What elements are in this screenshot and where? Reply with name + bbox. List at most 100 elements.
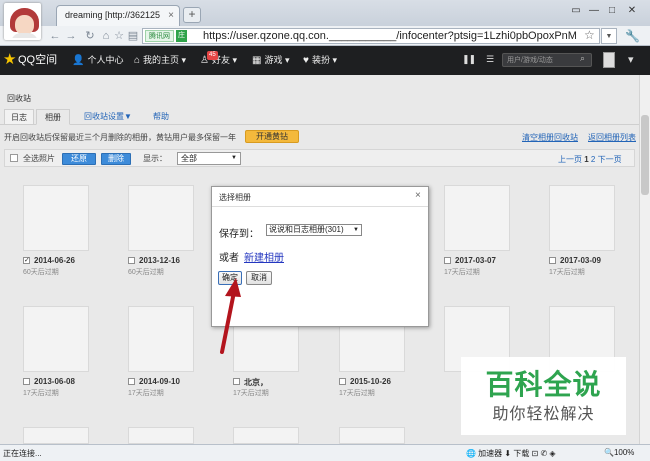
photo-date: 2013-12-16: [139, 256, 180, 265]
tab-title: dreaming [http://362125: [65, 10, 161, 20]
photo-thumbnail[interactable]: [23, 185, 89, 251]
reader-icon[interactable]: ▤: [126, 29, 140, 43]
content-tabs: 日志 相册 回收站设置▼ 帮助: [0, 109, 639, 125]
display-filter-select[interactable]: 全部 ▼: [177, 152, 241, 165]
page-2-link[interactable]: 2: [591, 155, 595, 164]
photo-expire: 17天后过期: [444, 269, 480, 276]
home-icon[interactable]: ⌂: [99, 29, 113, 43]
clear-recycle-link[interactable]: 清空相册回收站: [522, 132, 578, 143]
favorite-icon[interactable]: ☆: [112, 29, 126, 43]
forward-icon[interactable]: →: [64, 29, 78, 43]
next-page-link[interactable]: 下一页: [598, 155, 622, 164]
photo-thumbnail[interactable]: [128, 306, 194, 372]
dialog-title: 选择相册: [219, 193, 251, 202]
user-menu-icon[interactable]: [603, 52, 615, 68]
select-all-label: 全选照片: [23, 154, 55, 163]
tab-help[interactable]: 帮助: [148, 109, 174, 125]
photo-date: 北京，: [244, 378, 268, 387]
photo-date: 2017-03-07: [455, 256, 496, 265]
qzone-logo[interactable]: QQ空间: [18, 46, 57, 75]
scroll-thumb[interactable]: [641, 115, 649, 195]
list-icon[interactable]: ☰: [486, 54, 494, 65]
select-all-checkbox[interactable]: [10, 154, 18, 162]
photo-expire: 17天后过期: [128, 390, 164, 397]
photo-checkbox[interactable]: ✓: [23, 257, 30, 264]
photo-checkbox[interactable]: [128, 257, 135, 264]
cancel-button[interactable]: 取消: [246, 271, 272, 285]
photo-thumbnail[interactable]: [23, 427, 89, 444]
nav-games[interactable]: ▦ 游戏 ▾: [252, 46, 289, 75]
photo-expire: 60天后过期: [23, 269, 59, 276]
divider: [212, 206, 428, 207]
photo-checkbox[interactable]: [339, 378, 346, 385]
photo-checkbox[interactable]: [23, 378, 30, 385]
page-scrollbar[interactable]: [639, 75, 650, 444]
tab-album[interactable]: 相册: [36, 109, 70, 125]
pause-icon[interactable]: ❚❚: [462, 54, 476, 65]
minimize-icon[interactable]: —: [586, 4, 602, 18]
photo-expire: 17天后过期: [233, 390, 269, 397]
search-icon[interactable]: ⌕: [580, 53, 585, 64]
avatar[interactable]: [4, 3, 41, 40]
back-icon[interactable]: ←: [48, 29, 62, 43]
watermark-logo: 百科全说 助你轻松解决: [461, 357, 626, 435]
window-close-icon[interactable]: ✕: [624, 4, 640, 18]
url-text[interactable]: https://user.qzone.qq.con.___________/in…: [203, 29, 577, 43]
browser-titlebar: dreaming [http://362125 × + ▭ — □ ✕: [0, 0, 650, 26]
status-tools[interactable]: 🌐 加速器 ⬇ 下载 ⊡ ✆ ◈: [466, 448, 556, 459]
close-icon[interactable]: ×: [415, 190, 421, 201]
nav-decorate[interactable]: ♥ 装扮 ▾: [303, 46, 337, 75]
site-badge: 腾讯网: [145, 30, 174, 42]
photo-checkbox[interactable]: [128, 378, 135, 385]
photo-date: 2013-06-08: [34, 377, 75, 386]
nav-personal-center[interactable]: 👤 个人中心: [72, 46, 123, 75]
photo-thumbnail[interactable]: [233, 427, 299, 444]
photo-thumbnail[interactable]: [128, 185, 194, 251]
photo-checkbox[interactable]: [549, 257, 556, 264]
zoom-level[interactable]: 🔍100%: [604, 448, 634, 457]
back-to-albums-link[interactable]: 返回相册列表: [588, 132, 636, 143]
nav-my-homepage[interactable]: ⌂ 我的主页 ▾: [134, 46, 186, 75]
friend-count-badge: 45: [207, 51, 218, 60]
restore-button[interactable]: 还原: [62, 153, 96, 165]
tools-icon[interactable]: 🔧: [625, 29, 640, 43]
tab-recycle-settings[interactable]: 回收站设置▼: [82, 109, 134, 125]
album-select[interactable]: 说说和日志相册(301) ▼: [266, 224, 362, 236]
url-dropdown-icon[interactable]: ▼: [601, 28, 617, 44]
photo-thumbnail[interactable]: [128, 427, 194, 444]
refresh-icon[interactable]: ↻: [83, 29, 97, 43]
delete-button[interactable]: 删除: [101, 153, 131, 165]
browser-tab[interactable]: dreaming [http://362125 ×: [56, 5, 180, 26]
status-text: 正在连接...: [3, 449, 42, 458]
maximize-icon[interactable]: □: [604, 4, 620, 18]
skin-icon[interactable]: ▭: [568, 4, 584, 18]
close-icon[interactable]: ×: [168, 6, 174, 25]
open-vip-button[interactable]: 开通黄钻: [245, 130, 299, 143]
grid-icon: ▦: [252, 55, 262, 66]
house-icon: ⌂: [134, 55, 141, 66]
watermark-subtitle: 助你轻松解决: [492, 406, 595, 423]
new-album-link[interactable]: 新建相册: [244, 249, 284, 264]
photo-thumbnail[interactable]: [23, 306, 89, 372]
search-input[interactable]: 用户/游戏/动态: [502, 53, 592, 67]
url-input[interactable]: 腾讯网 庄 https://user.qzone.qq.con.________…: [142, 28, 600, 44]
tab-log[interactable]: 日志: [4, 109, 34, 125]
page-1: 1: [584, 155, 589, 164]
more-icon[interactable]: ▾: [628, 53, 634, 66]
photo-toolbar: 全选照片 还原 删除 显示： 全部 ▼ 上一页 1 2 下一页: [4, 149, 635, 167]
photo-date: 2017-03-09: [560, 256, 601, 265]
new-tab-button[interactable]: +: [183, 7, 201, 23]
photo-checkbox[interactable]: [444, 257, 451, 264]
nav-friends[interactable]: ♙ 好友 ▾: [200, 46, 237, 75]
status-bar: 正在连接... 🌐 加速器 ⬇ 下载 ⊡ ✆ ◈ 🔍100%: [0, 444, 650, 461]
qzone-star-icon: ★: [3, 51, 17, 68]
photo-thumbnail[interactable]: [444, 185, 510, 251]
photo-thumbnail[interactable]: [549, 185, 615, 251]
photo-date: 2014-06-26: [34, 256, 75, 265]
prev-page-link[interactable]: 上一页: [558, 155, 582, 164]
photo-thumbnail[interactable]: [339, 427, 405, 444]
photo-expire: 17天后过期: [339, 390, 375, 397]
bookmark-star-icon[interactable]: ☆: [584, 28, 595, 42]
photo-checkbox[interactable]: [233, 378, 240, 385]
page-title: 回收站: [7, 94, 31, 103]
